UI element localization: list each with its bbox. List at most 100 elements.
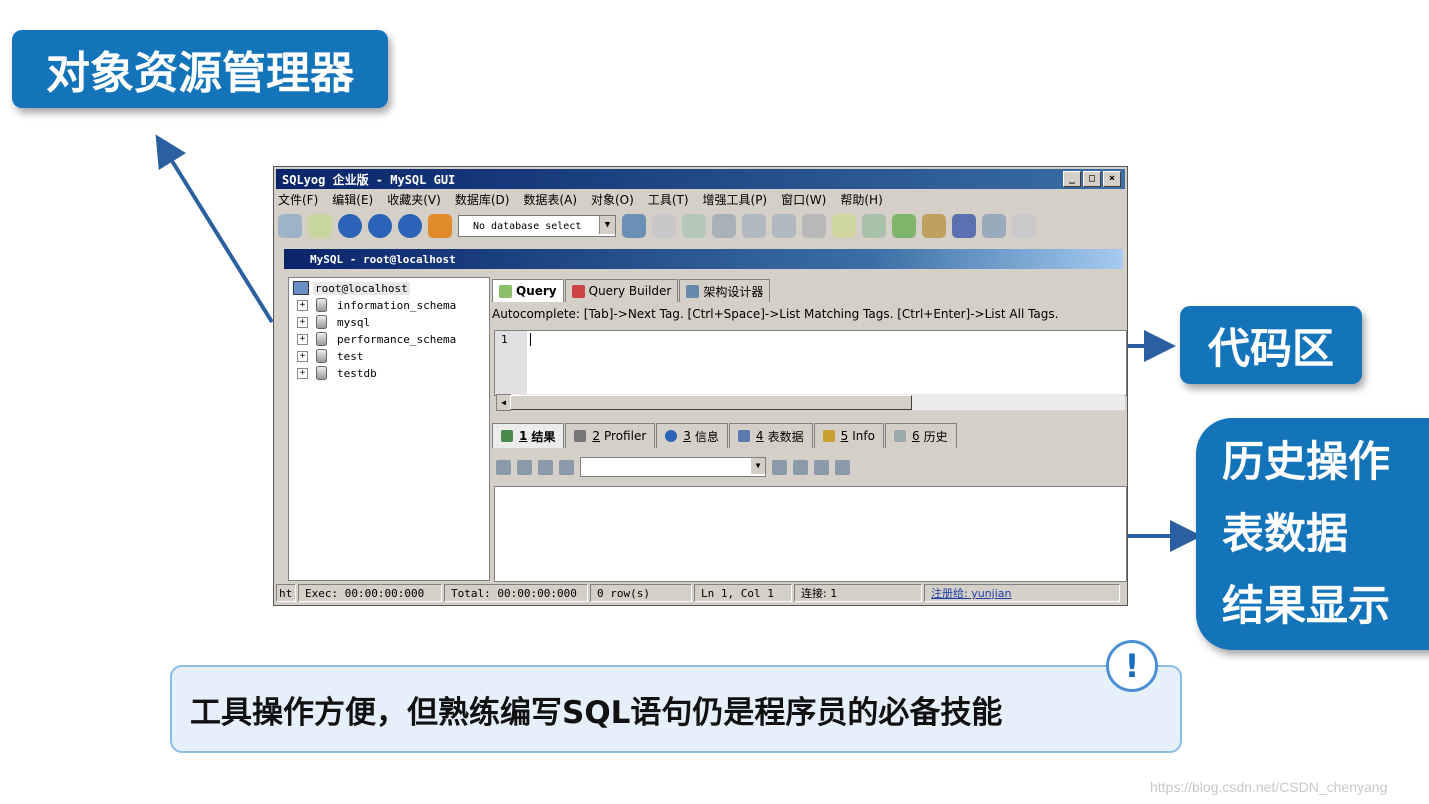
tab-schema-designer[interactable]: 架构设计器	[679, 279, 771, 302]
import-icon[interactable]	[832, 214, 856, 238]
line-number: 1	[501, 333, 508, 346]
expand-icon[interactable]: +	[297, 350, 308, 362]
tree-db[interactable]: + testdb	[297, 365, 377, 381]
execute-icon[interactable]	[338, 214, 362, 238]
table-grid-icon[interactable]	[742, 214, 766, 238]
table-data-icon[interactable]	[772, 214, 796, 238]
callout-object-explorer: 对象资源管理器	[12, 30, 388, 108]
callout-results-area: 历史操作 表数据 结果显示	[1196, 418, 1429, 650]
create-database-icon[interactable]	[652, 214, 676, 238]
sql-editor[interactable]: 1	[494, 330, 1127, 396]
notifications-icon[interactable]	[982, 214, 1006, 238]
refresh-icon[interactable]	[398, 214, 422, 238]
info-chart-icon	[822, 430, 835, 442]
expand-icon[interactable]: +	[297, 367, 308, 379]
refresh-results-icon[interactable]	[835, 459, 850, 475]
export-icon[interactable]	[862, 214, 886, 238]
title-bar[interactable]: SQLyog 企业版 - MySQL GUI _ □ ×	[276, 169, 1125, 189]
tab-profiler[interactable]: 2 Profiler	[565, 423, 656, 448]
tree-db[interactable]: + test	[297, 348, 364, 364]
callout-table-line: 表数据	[1222, 509, 1349, 558]
tab-results[interactable]: 1 结果	[492, 423, 565, 448]
structure-icon[interactable]	[1012, 214, 1036, 238]
tab-label: 信息	[694, 429, 719, 444]
menu-table[interactable]: 数据表(A)	[523, 191, 577, 209]
tree-db[interactable]: + mysql	[297, 314, 370, 330]
delete-row-icon[interactable]	[814, 459, 829, 475]
menu-object[interactable]: 对象(O)	[591, 191, 634, 209]
tab-query[interactable]: Query	[492, 279, 564, 302]
database-select[interactable]: No database select ▼	[458, 215, 616, 237]
results-filter-select[interactable]: ▼	[580, 457, 766, 477]
results-pane[interactable]	[494, 486, 1127, 582]
maximize-button[interactable]: □	[1083, 171, 1101, 187]
tab-history[interactable]: 6 历史	[884, 423, 957, 448]
tab-label: 结果	[531, 429, 556, 444]
menu-bar: 文件(F) 编辑(E) 收藏夹(V) 数据库(D) 数据表(A) 对象(O) 工…	[278, 191, 883, 209]
database-icon	[316, 298, 327, 312]
status-ht: ht	[276, 584, 296, 602]
menu-tools[interactable]: 工具(T)	[648, 191, 689, 209]
database-icon	[316, 315, 327, 329]
insert-row-icon[interactable]	[772, 459, 787, 475]
callout-results-line: 结果显示	[1222, 581, 1391, 630]
tab-schema-designer-label: 架构设计器	[703, 284, 764, 299]
grid-view-icon[interactable]	[496, 459, 511, 475]
tab-info[interactable]: 5 Info	[813, 423, 884, 448]
sync-icon[interactable]	[892, 214, 916, 238]
export-results-icon[interactable]	[559, 459, 574, 475]
tab-messages[interactable]: 3 信息	[656, 423, 728, 448]
expand-icon[interactable]: +	[297, 316, 308, 328]
chevron-down-icon[interactable]: ▼	[751, 458, 765, 474]
callout-code-area: 代码区	[1180, 306, 1362, 384]
expand-icon[interactable]: +	[297, 299, 308, 311]
create-table-icon[interactable]	[682, 214, 706, 238]
menu-favorites[interactable]: 收藏夹(V)	[387, 191, 441, 209]
expand-icon[interactable]: +	[297, 333, 308, 345]
tab-query-builder[interactable]: Query Builder	[564, 279, 679, 302]
calendar-icon	[893, 430, 906, 442]
sqlyog-window: SQLyog 企业版 - MySQL GUI _ □ × 文件(F) 编辑(E)…	[273, 166, 1128, 606]
tree-host[interactable]: root@localhost	[293, 280, 410, 296]
tab-label: 历史	[923, 429, 948, 444]
stop-icon[interactable]	[428, 214, 452, 238]
scheduler-icon[interactable]	[952, 214, 976, 238]
tab-number: 1	[519, 429, 528, 443]
user-manager-icon[interactable]	[622, 214, 646, 238]
query-icon	[499, 284, 512, 298]
tab-number: 5	[840, 429, 849, 443]
tab-table-data[interactable]: 4 表数据	[728, 423, 813, 448]
backup-icon[interactable]	[712, 214, 736, 238]
registered-link[interactable]: 注册给: yunjian	[924, 584, 1120, 602]
menu-window[interactable]: 窗口(W)	[781, 191, 826, 209]
close-button[interactable]: ×	[1103, 171, 1121, 187]
menu-help[interactable]: 帮助(H)	[840, 191, 882, 209]
chevron-down-icon[interactable]: ▼	[599, 216, 615, 234]
menu-edit[interactable]: 编辑(E)	[332, 191, 373, 209]
tab-label: Info	[852, 429, 875, 443]
status-connections: 连接: 1	[794, 584, 922, 602]
database-icon	[316, 332, 327, 346]
menu-powertools[interactable]: 增强工具(P)	[703, 191, 768, 209]
tab-label: 表数据	[767, 429, 804, 444]
tree-db[interactable]: + information_schema	[297, 297, 456, 313]
db-label: performance_schema	[337, 332, 457, 346]
menu-database[interactable]: 数据库(D)	[455, 191, 510, 209]
menu-file[interactable]: 文件(F)	[278, 191, 318, 209]
new-query-icon[interactable]	[308, 214, 332, 238]
save-icon[interactable]	[793, 459, 808, 475]
form-view-icon[interactable]	[517, 459, 532, 475]
database-icon	[316, 366, 327, 380]
text-view-icon[interactable]	[538, 459, 553, 475]
execute-all-icon[interactable]	[368, 214, 392, 238]
editor-horizontal-scrollbar[interactable]: ◀	[496, 394, 1125, 411]
server-icon	[293, 281, 309, 295]
tree-db[interactable]: + performance_schema	[297, 331, 456, 347]
table-schema-icon[interactable]	[802, 214, 826, 238]
scroll-left-icon[interactable]: ◀	[496, 394, 511, 411]
connection-bar[interactable]: MySQL - root@localhost	[284, 249, 1123, 269]
minimize-button[interactable]: _	[1063, 171, 1081, 187]
migration-icon[interactable]	[922, 214, 946, 238]
scrollbar-thumb[interactable]	[510, 395, 912, 410]
new-connection-icon[interactable]	[278, 214, 302, 238]
